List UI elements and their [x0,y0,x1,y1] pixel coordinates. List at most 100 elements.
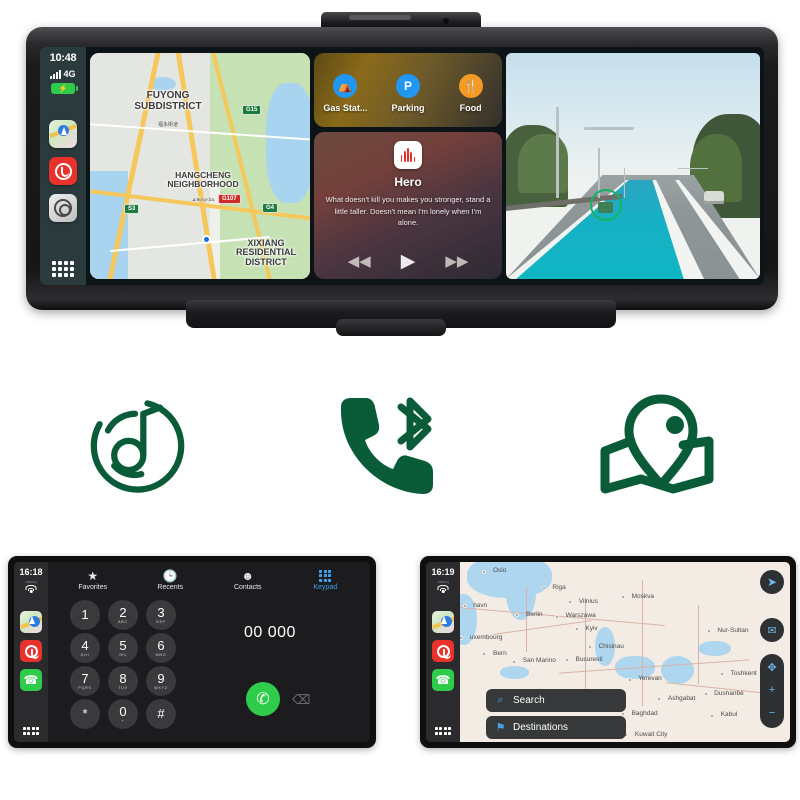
key-letters: + [121,719,125,724]
search-button[interactable]: ⌕ Search [486,689,626,712]
tab-recents[interactable]: 🕒 Recents [134,570,206,591]
tab-keypad[interactable]: Keypad [289,569,361,591]
tab-label: Favorites [78,583,108,591]
status-time: 16:19 [431,567,455,577]
key-number: 7 [81,670,89,686]
next-track-button[interactable]: ▶▶ [445,254,468,269]
keypad-key[interactable]: 3 DEF [146,600,176,630]
map-sea [661,655,695,685]
compass-arrow-button[interactable]: ➤ [760,570,784,594]
carplay-sidebar: 10:48 4G ⚡ [40,47,86,285]
map-city-dot [621,711,626,716]
zoom-out-button[interactable]: − [769,708,775,719]
map-city-dot [482,652,487,657]
map-city-dot [657,697,662,702]
previous-track-button[interactable]: ◀◀ [348,254,371,269]
key-number: 5 [119,637,127,653]
dashcam-pane[interactable] [506,47,764,285]
track-lyrics: What doesn't kill you makes you stronger… [325,195,491,228]
search-label: Search [513,695,545,706]
key-letters: PQRS [78,686,92,691]
now-playing-tile[interactable]: Hero What doesn't kill you makes you str… [314,132,502,279]
poi-gas-station[interactable]: ⛺ Gas Stat... [316,73,374,113]
call-button[interactable]: ✆ [246,682,280,716]
maps-app-icon[interactable] [20,611,42,633]
carplay-map-pane[interactable]: FUYONG SUBDISTRICT 福永街道 HANGCHENG NEIGHBOR… [86,47,310,285]
maps-app-icon[interactable] [432,611,454,633]
pan-arrows-button[interactable]: ✥ [767,662,776,674]
map-water-area [266,83,310,203]
map-city-label: Bucuresti [575,655,603,663]
map-city-dot [588,645,593,650]
feature-icons-row [0,360,800,530]
signal-bars-icon [50,70,62,79]
keypad-key[interactable]: 2 ABC [108,600,138,630]
maps-app-icon[interactable] [49,120,77,148]
map-city-label: uxembourg [469,634,503,641]
map-city-dot [706,628,711,633]
zoom-in-button[interactable]: + [769,685,775,696]
world-map-canvas[interactable]: Oslo Riga Vilnius Moskva havn Berlin Warszawa K… [460,562,790,742]
app-launcher-grid-icon[interactable] [434,727,452,735]
map-route-shield: G4 [262,203,279,213]
product-collage: 10:48 4G ⚡ FUYONG SUBDISTRICT 福永街道 HANGC… [0,0,800,800]
keypad-key[interactable]: * [70,699,100,729]
map-city-label: Baghdad [631,709,658,717]
map-city-label: Chisinau [598,643,624,650]
map-label: XIXIANG RESIDENTIAL DISTRICT [235,238,296,267]
map-sea [499,666,530,679]
keypad-key[interactable]: 6 MNO [146,633,176,663]
key-letters: GHI [80,653,90,658]
dialed-number-display: 00 000 [244,624,296,641]
poi-suggestions-tile: ⛺ Gas Stat... P Parking 🍴 Food [314,53,502,127]
hero-device-section: 10:48 4G ⚡ FUYONG SUBDISTRICT 福永街道 HANGC… [0,0,800,345]
tab-contacts[interactable]: ☻ Contacts [212,570,284,591]
map-sea [697,641,731,656]
network-type-label: 4G [63,69,76,79]
map-city-dot [574,627,579,632]
map-city-dot [621,594,626,599]
key-letters: WXYZ [154,686,168,691]
netease-music-app-icon[interactable] [49,157,77,185]
app-launcher-grid-icon[interactable] [52,261,74,277]
parking-icon: P [395,73,420,98]
status-time: 16:18 [19,567,43,577]
key-letters: DEF [156,620,166,625]
destinations-button[interactable]: ⚑ Destinations [486,716,626,739]
key-number: 2 [119,604,127,620]
keypad-key[interactable]: 9 WXYZ [146,666,176,696]
map-city-dot [568,600,573,605]
netease-music-app-icon[interactable] [432,640,454,662]
camera-lens-icon [443,18,449,24]
key-number: # [157,705,165,721]
netease-music-app-icon[interactable] [20,640,42,662]
map-city-dot [627,677,632,682]
phone-app-icon[interactable]: ☎ [20,669,42,691]
sidebar-app-list: ☎ [432,611,454,691]
keypad-key[interactable]: 5 JKL [108,633,138,663]
poi-food[interactable]: 🍴 Food [442,73,500,113]
star-icon: ★ [87,568,99,583]
key-number: 1 [81,606,89,622]
keypad-key[interactable]: # [146,699,176,729]
keypad-grid-icon [319,569,332,582]
battery-charging-icon: ⚡ [51,83,78,94]
map-label: HANGCHENG NEIGHBORHOOD [167,170,239,189]
speech-bubble-button[interactable]: ✉ [760,618,784,642]
poi-parking[interactable]: P Parking [379,73,437,113]
delete-button[interactable]: ⌫ [292,692,310,708]
map-city-label: Nur-Sultan [717,626,749,634]
app-launcher-grid-icon[interactable] [22,727,40,735]
keypad-key[interactable]: 1 [70,600,100,630]
bottom-panels-section: 16:18 nanoq ☎ ★ Favorites 🕒 Recents ☻ Co… [0,548,800,763]
phone-app-icon[interactable]: ☎ [432,669,454,691]
poi-label: Food [459,102,482,113]
dial-settings-app-icon[interactable] [49,194,77,222]
play-button[interactable]: ▶ [401,252,416,271]
map-city-dot [720,672,725,677]
keypad-key[interactable]: 4 GHI [70,633,100,663]
tab-favorites[interactable]: ★ Favorites [57,570,129,591]
keypad-key[interactable]: 8 TUV [108,666,138,696]
keypad-key[interactable]: 0 + [108,699,138,729]
keypad-key[interactable]: 7 PQRS [70,666,100,696]
